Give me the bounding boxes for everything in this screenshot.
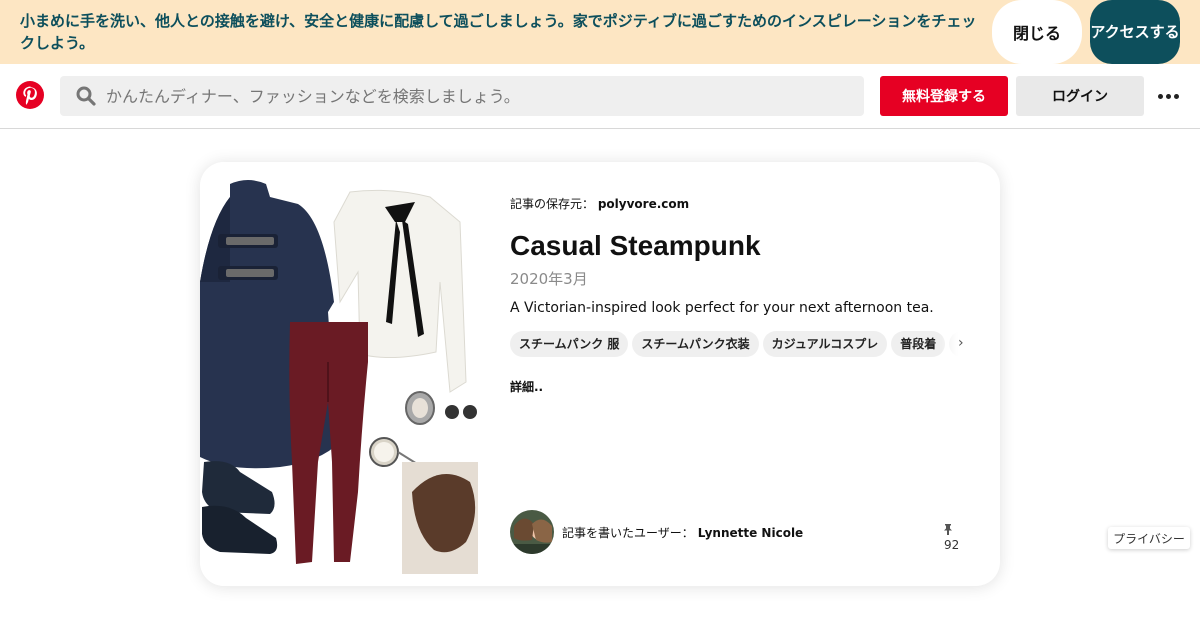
pinterest-logo-icon[interactable] (16, 81, 44, 109)
banner-message: 小まめに手を洗い、他人との接触を避け、安全と健康に配慮して過ごしましょう。家でポ… (20, 12, 977, 52)
more-link[interactable]: 詳細.. (510, 378, 543, 395)
chevron-right-icon[interactable]: › (958, 335, 964, 351)
author-label: 記事を書いたユーザー： (562, 526, 694, 540)
search-bar[interactable] (60, 76, 864, 116)
pushpin-icon (944, 524, 952, 538)
info-banner: 小まめに手を洗い、他人との接触を避け、安全と健康に配慮して過ごしましょう。家でポ… (0, 0, 1200, 64)
tag-chip[interactable]: 普段着 (891, 331, 946, 357)
top-header: 無料登録する ログイン (0, 64, 1200, 129)
saved-from-label: 記事の保存元： (510, 197, 595, 211)
pin-count: 92 (944, 524, 970, 552)
access-button[interactable]: アクセスする (1090, 0, 1180, 64)
tags-fade (940, 331, 970, 359)
login-button[interactable]: ログイン (1016, 76, 1144, 116)
close-button[interactable]: 閉じる (992, 0, 1082, 64)
author-name[interactable]: Lynnette Nicole (698, 526, 803, 540)
search-input[interactable] (106, 76, 846, 116)
avatar[interactable] (510, 510, 554, 554)
pin-details: 記事の保存元： polyvore.com Casual Steampunk 20… (510, 162, 970, 586)
search-icon (76, 86, 96, 106)
tag-list: スチームパンク 服スチームパンク衣装カジュアルコスプレ普段着ス (510, 331, 970, 359)
pin-title[interactable]: Casual Steampunk (510, 230, 761, 262)
signup-button[interactable]: 無料登録する (880, 76, 1008, 116)
tag-chip[interactable]: カジュアルコスプレ (762, 331, 888, 357)
tag-chip[interactable]: スチームパンク衣装 (632, 331, 759, 357)
pin-date: 2020年3月 (510, 270, 588, 288)
tag-chip[interactable]: スチームパンク 服 (510, 331, 629, 357)
author-line: 記事を書いたユーザー： Lynnette Nicole (562, 524, 803, 541)
saved-from-link[interactable]: polyvore.com (598, 197, 689, 211)
pin-card: 記事の保存元： polyvore.com Casual Steampunk 20… (200, 162, 1000, 586)
pin-image[interactable] (200, 162, 478, 586)
more-dots-icon (1157, 93, 1163, 99)
privacy-button[interactable]: プライバシー (1108, 527, 1190, 549)
saved-from: 記事の保存元： polyvore.com (510, 195, 689, 212)
more-options-button[interactable] (1152, 84, 1184, 108)
pin-count-value: 92 (944, 538, 960, 552)
pin-description: A Victorian-inspired look perfect for yo… (510, 300, 934, 316)
